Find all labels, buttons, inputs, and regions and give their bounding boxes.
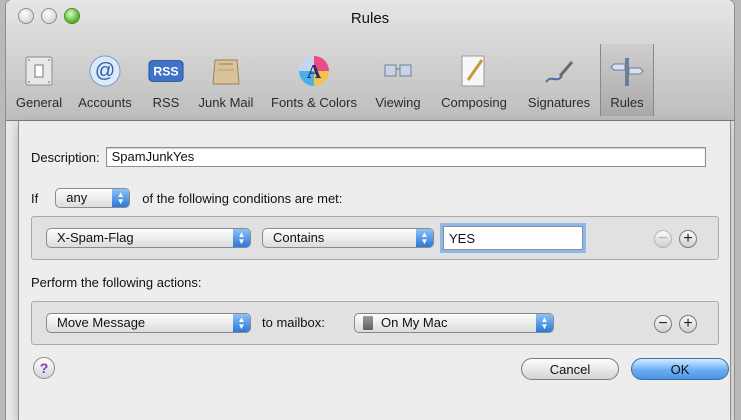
tab-label: Accounts xyxy=(78,95,132,110)
rules-signpost-icon xyxy=(609,53,645,89)
mailbox-popup[interactable]: On My Mac ▲ ▼ xyxy=(354,313,554,333)
viewing-glasses-icon xyxy=(380,53,416,89)
svg-text:RSS: RSS xyxy=(153,65,178,79)
tab-viewing[interactable]: Viewing xyxy=(366,44,430,116)
tab-label: Viewing xyxy=(375,95,421,110)
conditions-group: X-Spam-Flag ▲▼ Contains ▲▼ − + xyxy=(31,216,719,260)
tab-general[interactable]: General xyxy=(10,44,68,116)
rss-badge-icon: RSS xyxy=(148,53,184,89)
tab-label: Rules xyxy=(610,95,644,110)
tab-label: General xyxy=(15,95,63,110)
condition-operator-popup[interactable]: Contains ▲ ▼ xyxy=(262,228,434,248)
ok-button[interactable]: OK xyxy=(631,358,729,380)
condition-header-value: X-Spam-Flag xyxy=(57,230,134,245)
remove-action-button[interactable]: − xyxy=(654,315,672,333)
updown-arrows-icon: ▲ ▼ xyxy=(233,314,250,332)
cancel-button[interactable]: Cancel xyxy=(521,358,619,380)
updown-arrows-icon: ▲ ▼ xyxy=(416,229,433,247)
tab-accounts[interactable]: @ Accounts xyxy=(68,44,142,116)
match-popup[interactable]: any ▲ ▼ xyxy=(55,188,131,208)
tab-label: Junk Mail xyxy=(198,95,254,110)
updown-arrows-icon: ▲ ▼ xyxy=(112,189,130,207)
add-action-button[interactable]: + xyxy=(679,315,697,333)
actions-row: Perform the following actions: xyxy=(31,275,202,290)
updown-arrows-icon: ▲ ▼ xyxy=(233,229,250,247)
svg-text:A: A xyxy=(307,61,322,83)
action-type-popup[interactable]: Move Message ▲ ▼ xyxy=(46,313,251,333)
preferences-toolbar: General @ Accounts RSS RSS Junk Mail A F… xyxy=(10,44,730,116)
junk-mail-icon xyxy=(208,53,244,89)
fonts-colors-icon: A xyxy=(296,53,332,89)
add-condition-button[interactable]: + xyxy=(679,230,697,248)
if-label: If xyxy=(31,190,39,206)
tab-label: Composing xyxy=(441,95,507,110)
rule-editor-sheet: Description: If any ▲▼ of the following … xyxy=(18,121,731,420)
conditions-suffix: of the following conditions are met: xyxy=(142,190,343,206)
actions-label: Perform the following actions: xyxy=(31,275,202,290)
to-mailbox-label: to mailbox: xyxy=(262,315,325,330)
tab-junk-mail[interactable]: Junk Mail xyxy=(190,44,262,116)
tab-label: Signatures xyxy=(527,95,591,110)
at-sign-icon: @ xyxy=(87,53,123,89)
tab-label: Fonts & Colors xyxy=(271,95,357,110)
updown-arrows-icon: ▲ ▼ xyxy=(536,314,553,332)
tab-rules[interactable]: Rules xyxy=(600,44,654,116)
preferences-window: Rules General @ Accounts RSS RSS Junk Ma… xyxy=(6,0,734,420)
actions-group: Move Message ▲ ▼ to mailbox: On My Mac ▲ ▼… xyxy=(31,301,719,345)
description-field[interactable] xyxy=(105,147,706,167)
condition-header-popup[interactable]: X-Spam-Flag ▲ ▼ xyxy=(46,228,251,248)
general-switch-icon xyxy=(21,53,57,89)
composing-pencil-icon xyxy=(456,53,492,89)
description-row: Description: xyxy=(31,147,706,167)
remove-condition-button[interactable]: − xyxy=(654,230,672,248)
window-title: Rules xyxy=(350,10,390,27)
tab-label: RSS xyxy=(152,95,180,110)
tab-fonts-colors[interactable]: A Fonts & Colors xyxy=(262,44,366,116)
tab-rss[interactable]: RSS RSS xyxy=(142,44,190,116)
action-type-value: Move Message xyxy=(57,315,146,330)
title-bar: Rules General @ Accounts RSS RSS Junk Ma… xyxy=(6,0,734,121)
trash-can-icon xyxy=(363,316,373,330)
description-label: Description: xyxy=(31,149,100,165)
signature-pen-icon xyxy=(541,53,577,89)
svg-text:@: @ xyxy=(95,60,115,82)
match-row: If any ▲ ▼ of the following conditions ar… xyxy=(31,188,342,208)
tab-composing[interactable]: Composing xyxy=(430,44,518,116)
condition-value-field[interactable] xyxy=(443,226,583,250)
match-popup-value: any xyxy=(66,190,88,205)
condition-operator-value: Contains xyxy=(273,230,325,245)
mailbox-value: On My Mac xyxy=(381,315,448,330)
help-button[interactable]: ? xyxy=(33,357,55,379)
tab-signatures[interactable]: Signatures xyxy=(518,44,600,116)
